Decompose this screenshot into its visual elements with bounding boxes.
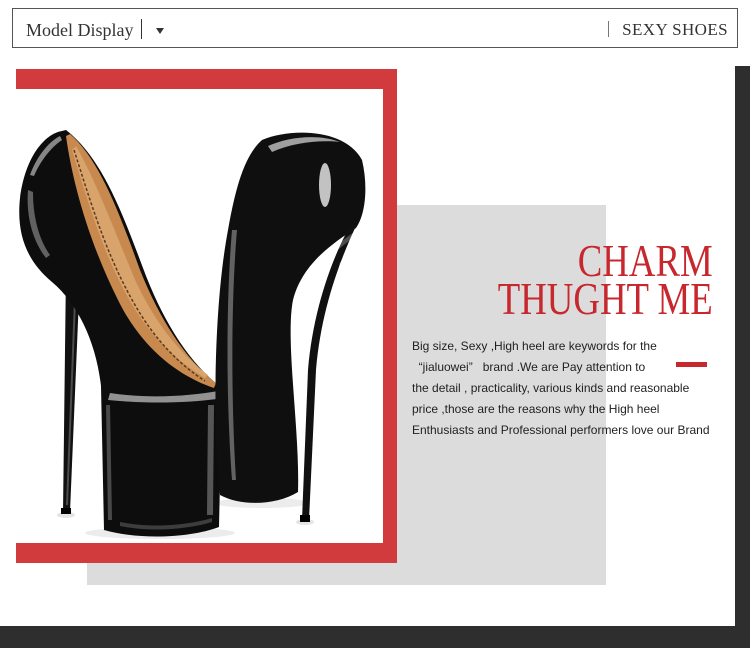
brand-description: Big size, Sexy ,High heel are keywords f… (412, 336, 710, 441)
description-line: price ,those are the reasons why the Hig… (412, 402, 660, 416)
description-line: “jialuowei” brand .We are Pay attention … (412, 360, 646, 374)
right-frame-bar (735, 66, 750, 648)
bottom-frame-bar (0, 626, 750, 648)
left-shoe-body (19, 130, 222, 537)
top-bar: Model Display SEXY SHOES (12, 8, 738, 48)
shoes-illustration (19, 130, 366, 539)
right-shoe (215, 132, 366, 522)
right-shoe-body (215, 132, 366, 503)
dropdown-divider (141, 19, 142, 39)
left-shoe (19, 130, 222, 537)
brand-name: SEXY SHOES (622, 20, 728, 39)
chevron-down-icon[interactable] (156, 28, 164, 34)
brand-divider (608, 21, 609, 37)
headline-line-2: THUGHT ME (498, 273, 713, 324)
description-line: Big size, Sexy ,High heel are keywords f… (412, 339, 657, 353)
right-shoe-stiletto (302, 226, 356, 520)
description-line: the detail , practicality, various kinds… (412, 381, 690, 395)
description-line: Enthusiasts and Professional performers … (412, 423, 710, 437)
product-photo (16, 89, 383, 543)
model-display-label: Model Display (26, 20, 134, 40)
model-display-dropdown[interactable]: Model Display (13, 9, 178, 47)
